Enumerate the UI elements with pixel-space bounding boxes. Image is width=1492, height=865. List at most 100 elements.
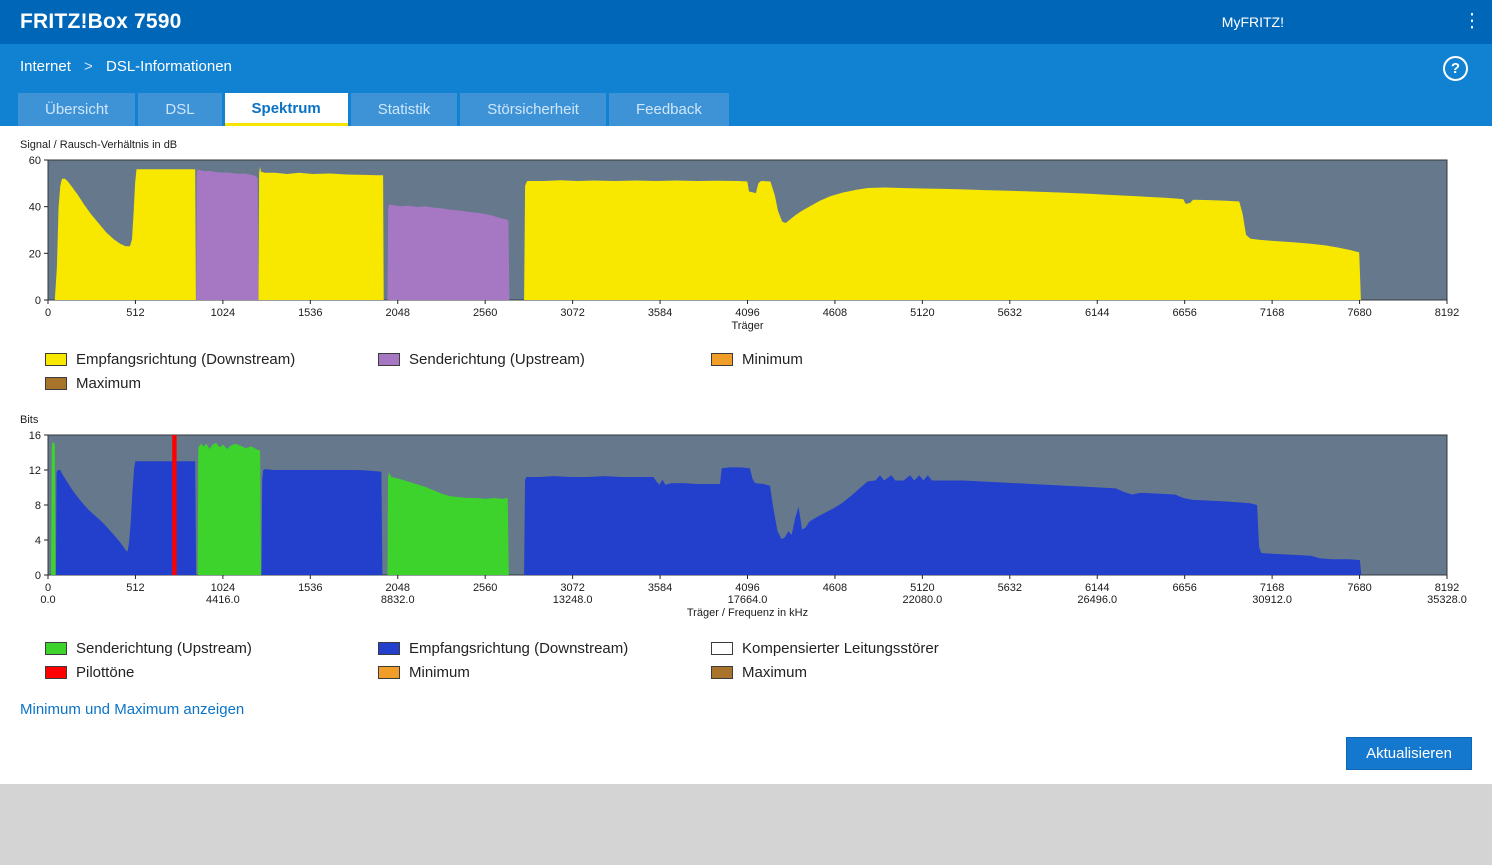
x-tick-label: 3584	[648, 582, 672, 594]
y-tick-label: 60	[29, 155, 41, 167]
header-right: MyFRITZ! ⋮	[1222, 12, 1482, 32]
x-tick-label: 1536	[298, 582, 322, 594]
x-tick-label: 3072	[560, 582, 584, 594]
x-tick-label: 6144	[1085, 307, 1109, 319]
legend-item: Senderichtung (Upstream)	[45, 640, 378, 657]
pilot-tone-marker	[172, 435, 177, 575]
x-tick-label-frequency: 30912.0	[1252, 594, 1292, 606]
x-tick-label: 7168	[1260, 582, 1284, 594]
tab-statistik[interactable]: Statistik	[350, 93, 458, 126]
legend-swatch	[378, 642, 400, 655]
x-tick-label: 1024	[211, 307, 235, 319]
x-tick-label: 2560	[473, 582, 497, 594]
legend-label: Senderichtung (Upstream)	[409, 351, 585, 368]
x-tick-label: 2560	[473, 307, 497, 319]
legend-item: Pilottöne	[45, 664, 378, 681]
legend-swatch	[45, 377, 67, 390]
breadcrumb-separator-icon: >	[84, 58, 93, 75]
x-tick-label: 4096	[735, 307, 759, 319]
x-tick-label: 0	[45, 582, 51, 594]
myfritz-link[interactable]: MyFRITZ!	[1222, 14, 1284, 30]
tab-feedback[interactable]: Feedback	[608, 93, 729, 126]
legend-swatch	[378, 666, 400, 679]
legend-item: Maximum	[45, 375, 378, 392]
tab-dsl[interactable]: DSL	[138, 93, 222, 126]
kebab-menu-icon[interactable]: ⋮	[1462, 12, 1482, 32]
refresh-button[interactable]: Aktualisieren	[1346, 737, 1472, 770]
legend-swatch	[378, 353, 400, 366]
breadcrumb-internet[interactable]: Internet	[20, 58, 71, 75]
x-tick-label: 5632	[998, 582, 1022, 594]
x-tick-label: 5120	[910, 582, 934, 594]
snr-chart-legend: Empfangsrichtung (Downstream) Senderichtu…	[45, 351, 1472, 392]
x-tick-label: 3584	[648, 307, 672, 319]
y-tick-label: 0	[35, 295, 41, 307]
x-tick-label: 4096	[735, 582, 759, 594]
chart-canvas: 0 20 40 60 0 512 1024 1536 2048 2560 3072 3584 4096 4…	[29, 155, 1459, 332]
x-tick-label: 0	[45, 307, 51, 319]
legend-item: Kompensierter Leitungsstörer	[711, 640, 1472, 657]
legend-label: Pilottöne	[76, 664, 135, 681]
snr-chart-title: Signal / Rausch-Verhältnis in dB	[20, 139, 178, 151]
snr-spectrum-chart: 0 20 40 60 0 512 1024 1536 2048 2560 3072 3584 4096 4…	[20, 154, 1472, 343]
x-tick-label-frequency: 13248.0	[553, 594, 593, 606]
bits-chart-title: Bits	[20, 414, 39, 426]
legend-swatch	[45, 353, 67, 366]
legend-label: Minimum	[742, 351, 803, 368]
x-tick-label: 2048	[386, 307, 410, 319]
x-tick-label: 6656	[1172, 582, 1196, 594]
legend-swatch	[45, 642, 67, 655]
legend-item: Maximum	[711, 664, 1472, 681]
x-tick-label-frequency: 22080.0	[902, 594, 942, 606]
show-minmax-link[interactable]: Minimum und Maximum anzeigen	[20, 701, 244, 718]
x-tick-label: 8192	[1435, 582, 1459, 594]
breadcrumb-current: DSL-Informationen	[105, 58, 232, 75]
legend-item: Senderichtung (Upstream)	[378, 351, 711, 368]
bits-spectrum-chart: 0 4 8 12 16 0 512 1024 1536 2048 2560 3072 3584 4096 4…	[20, 429, 1472, 632]
legend-item: Minimum	[378, 664, 711, 681]
legend-swatch	[711, 353, 733, 366]
x-tick-label-frequency: 17664.0	[728, 594, 768, 606]
chart-canvas: 0 4 8 12 16 0 512 1024 1536 2048 2560 3072 3584 4096 4…	[29, 430, 1467, 619]
button-row: Aktualisieren	[20, 737, 1472, 770]
x-tick-label: 7680	[1347, 307, 1371, 319]
tab-stoersicherheit[interactable]: Störsicherheit	[460, 93, 606, 126]
x-tick-label-frequency: 35328.0	[1427, 594, 1467, 606]
x-tick-label: 4608	[823, 582, 847, 594]
x-tick-label-frequency: 8832.0	[381, 594, 415, 606]
y-tick-label: 0	[35, 570, 41, 582]
app-header: FRITZ!Box 7590 MyFRITZ! ⋮	[0, 0, 1492, 44]
legend-swatch	[45, 666, 67, 679]
x-tick-label: 1024	[211, 582, 235, 594]
legend-label: Maximum	[742, 664, 808, 681]
x-tick-label-frequency: 0.0	[40, 594, 55, 606]
y-tick-label: 8	[35, 500, 41, 512]
x-tick-label: 7680	[1347, 582, 1371, 594]
legend-item: Empfangsrichtung (Downstream)	[45, 351, 378, 368]
breadcrumb: Internet > DSL-Informationen	[20, 58, 232, 75]
y-tick-label: 40	[29, 202, 41, 214]
legend-label: Kompensierter Leitungsstörer	[742, 640, 939, 657]
x-tick-label: 3072	[560, 307, 584, 319]
breadcrumb-band: Internet > DSL-Informationen ? Übersicht…	[0, 44, 1492, 126]
x-tick-label: 5120	[910, 307, 934, 319]
legend-label: Senderichtung (Upstream)	[76, 640, 252, 657]
legend-item: Empfangsrichtung (Downstream)	[378, 640, 711, 657]
x-tick-label: 5632	[998, 307, 1022, 319]
y-tick-label: 12	[29, 465, 41, 477]
tab-spektrum[interactable]: Spektrum	[224, 93, 348, 126]
x-tick-label: 4608	[823, 307, 847, 319]
tab-uebersicht[interactable]: Übersicht	[18, 93, 136, 126]
legend-swatch	[711, 642, 733, 655]
content-area: Signal / Rausch-Verhältnis in dB 0 20 40 60…	[0, 126, 1492, 784]
x-tick-label: 6144	[1085, 582, 1109, 594]
legend-swatch	[711, 666, 733, 679]
help-icon[interactable]: ?	[1443, 56, 1468, 81]
legend-item: Minimum	[711, 351, 1472, 368]
app-title[interactable]: FRITZ!Box 7590	[20, 10, 182, 34]
x-tick-label-frequency: 26496.0	[1077, 594, 1117, 606]
x-tick-label: 512	[126, 582, 144, 594]
bits-chart-legend: Senderichtung (Upstream) Empfangsrichtung…	[45, 640, 1472, 681]
x-tick-label-frequency: 4416.0	[206, 594, 240, 606]
x-axis-label: Träger	[732, 320, 764, 332]
